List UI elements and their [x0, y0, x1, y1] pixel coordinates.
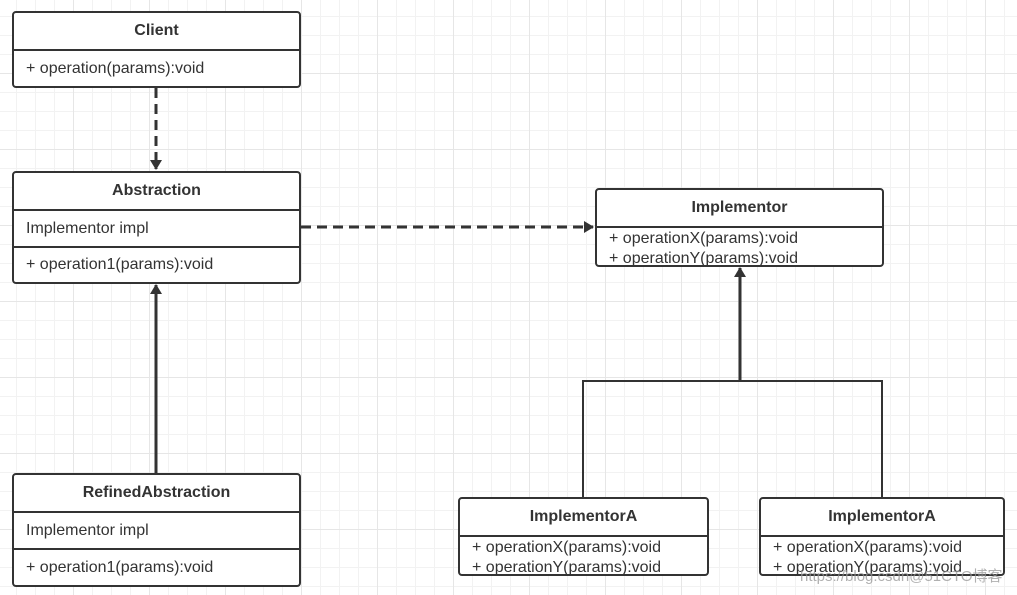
class-abstraction[interactable]: Abstraction Implementor impl + operation…	[12, 171, 301, 284]
field: Implementor impl	[14, 211, 299, 248]
method: + operationX(params):void	[472, 539, 661, 556]
class-implementor[interactable]: Implementor + operationX(params):void + o…	[595, 188, 884, 267]
method: + operationY(params):void	[609, 250, 798, 267]
class-implementorA-1[interactable]: ImplementorA + operationX(params):void + …	[458, 497, 709, 576]
class-client[interactable]: Client + operation(params):void	[12, 11, 301, 88]
class-refined-abstraction[interactable]: RefinedAbstraction Implementor impl + op…	[12, 473, 301, 587]
method: + operationY(params):void	[472, 559, 661, 576]
class-name: Client	[14, 13, 299, 51]
method: + operation1(params):void	[26, 558, 214, 576]
class-name: Abstraction	[14, 173, 299, 211]
field: Implementor impl	[14, 513, 299, 550]
method: + operationX(params):void	[609, 230, 798, 247]
method: + operationX(params):void	[773, 539, 962, 556]
method: + operation(params):void	[26, 59, 205, 77]
implementorA-generalization-branch	[582, 380, 883, 497]
watermark: https://blog.csdn@51CTO博客	[800, 568, 1003, 585]
class-name: RefinedAbstraction	[14, 475, 299, 513]
class-name: ImplementorA	[460, 499, 707, 537]
method: + operation1(params):void	[26, 256, 214, 273]
class-name: ImplementorA	[761, 499, 1003, 537]
class-name: Implementor	[597, 190, 882, 228]
